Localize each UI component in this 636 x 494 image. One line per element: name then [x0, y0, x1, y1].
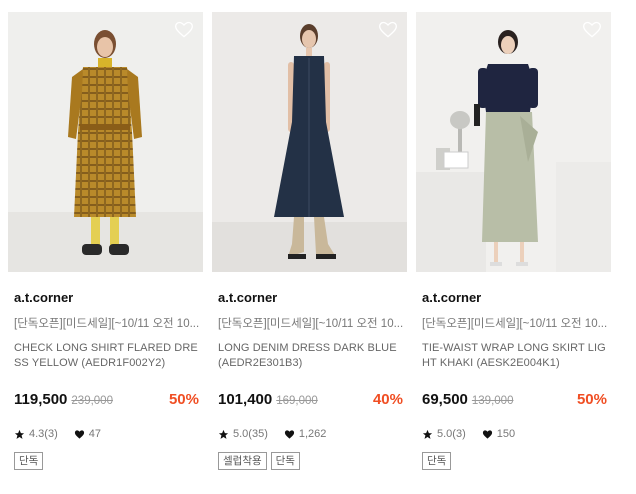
product-card[interactable]: a.t.corner [단독오픈][미드세일][~10/11 오전 10... …	[8, 12, 203, 470]
heart-outline-icon	[582, 21, 602, 38]
discount-rate: 40%	[372, 391, 403, 408]
sale-price: 69,500	[422, 391, 468, 408]
product-name[interactable]: TIE-WAIST WRAP LONG SKIRT LIG HT KHAKI (…	[416, 341, 611, 373]
wishlist-button[interactable]	[378, 20, 398, 40]
original-price: 239,000	[71, 395, 113, 407]
wishlist-button[interactable]	[174, 20, 194, 40]
promo-text: [단독오픈][미드세일][~10/11 오전 10...	[218, 318, 404, 330]
rating-count: 5.0(35)	[233, 428, 268, 440]
product-card[interactable]: a.t.corner [단독오픈][미드세일][~10/11 오전 10... …	[416, 12, 611, 470]
product-image[interactable]	[212, 12, 407, 272]
tag-badge: 단독	[422, 452, 452, 470]
product-image[interactable]	[8, 12, 203, 272]
likes-count: 150	[496, 428, 516, 440]
product-name-line: TIE-WAIST WRAP LONG SKIRT LIG	[422, 342, 606, 354]
product-photo-check-dress	[8, 12, 203, 272]
promo-text: [단독오픈][미드세일][~10/11 오전 10...	[14, 318, 200, 330]
wishlist-button[interactable]	[582, 20, 602, 40]
product-name-line: SS YELLOW (AEDR1F002Y2)	[14, 357, 166, 369]
product-name-line: HT KHAKI (AESK2E004K1)	[422, 357, 560, 369]
product-photo-wrap-skirt	[416, 12, 611, 272]
review-likes-row: 5.0(3) 150	[416, 428, 611, 440]
star-icon	[422, 429, 433, 439]
brand-name[interactable]: a.t.corner	[8, 290, 203, 305]
discount-rate: 50%	[576, 391, 607, 408]
product-name-line: CHECK LONG SHIRT FLARED DRE	[14, 342, 198, 354]
tag-list: 셀럽착용 단독	[212, 452, 407, 470]
product-grid: a.t.corner [단독오픈][미드세일][~10/11 오전 10... …	[8, 12, 611, 470]
heart-icon	[74, 429, 84, 439]
brand-name[interactable]: a.t.corner	[416, 290, 611, 305]
tag-list: 단독	[416, 452, 611, 470]
product-name-line: (AEDR2E301B3)	[218, 357, 303, 369]
product-name[interactable]: LONG DENIM DRESS DARK BLUE (AEDR2E301B3)	[212, 341, 407, 373]
heart-outline-icon	[378, 21, 398, 38]
heart-icon	[284, 429, 294, 439]
product-photo-denim-dress	[212, 12, 407, 272]
discount-rate: 50%	[168, 391, 199, 408]
promo-text: [단독오픈][미드세일][~10/11 오전 10...	[422, 318, 608, 330]
product-card[interactable]: a.t.corner [단독오픈][미드세일][~10/11 오전 10... …	[212, 12, 407, 470]
original-price: 139,000	[471, 395, 514, 407]
likes-count: 1,262	[298, 428, 327, 440]
brand-name[interactable]: a.t.corner	[212, 290, 407, 305]
review-likes-row: 5.0(35) 1,262	[212, 428, 407, 440]
tag-badge: 단독	[14, 452, 44, 470]
heart-icon	[482, 429, 492, 439]
tag-badge: 단독	[270, 452, 300, 470]
product-image[interactable]	[416, 12, 611, 272]
product-name-line: LONG DENIM DRESS DARK BLUE	[218, 342, 397, 354]
price-row: 69,500 139,000 50%	[416, 391, 611, 408]
star-icon	[14, 429, 25, 439]
tag-badge: 셀럽착용	[218, 452, 267, 470]
product-name[interactable]: CHECK LONG SHIRT FLARED DRE SS YELLOW (A…	[8, 341, 203, 373]
price-row: 101,400 169,000 40%	[212, 391, 407, 408]
heart-outline-icon	[174, 21, 194, 38]
rating-count: 4.3(3)	[29, 428, 58, 440]
original-price: 169,000	[276, 395, 318, 407]
star-icon	[218, 429, 229, 439]
tag-list: 단독	[8, 452, 203, 470]
review-likes-row: 4.3(3) 47	[8, 428, 203, 440]
price-row: 119,500 239,000 50%	[8, 391, 203, 408]
likes-count: 47	[88, 428, 101, 440]
rating-count: 5.0(3)	[437, 428, 466, 440]
sale-price: 101,400	[218, 391, 273, 408]
sale-price: 119,500	[14, 391, 68, 408]
